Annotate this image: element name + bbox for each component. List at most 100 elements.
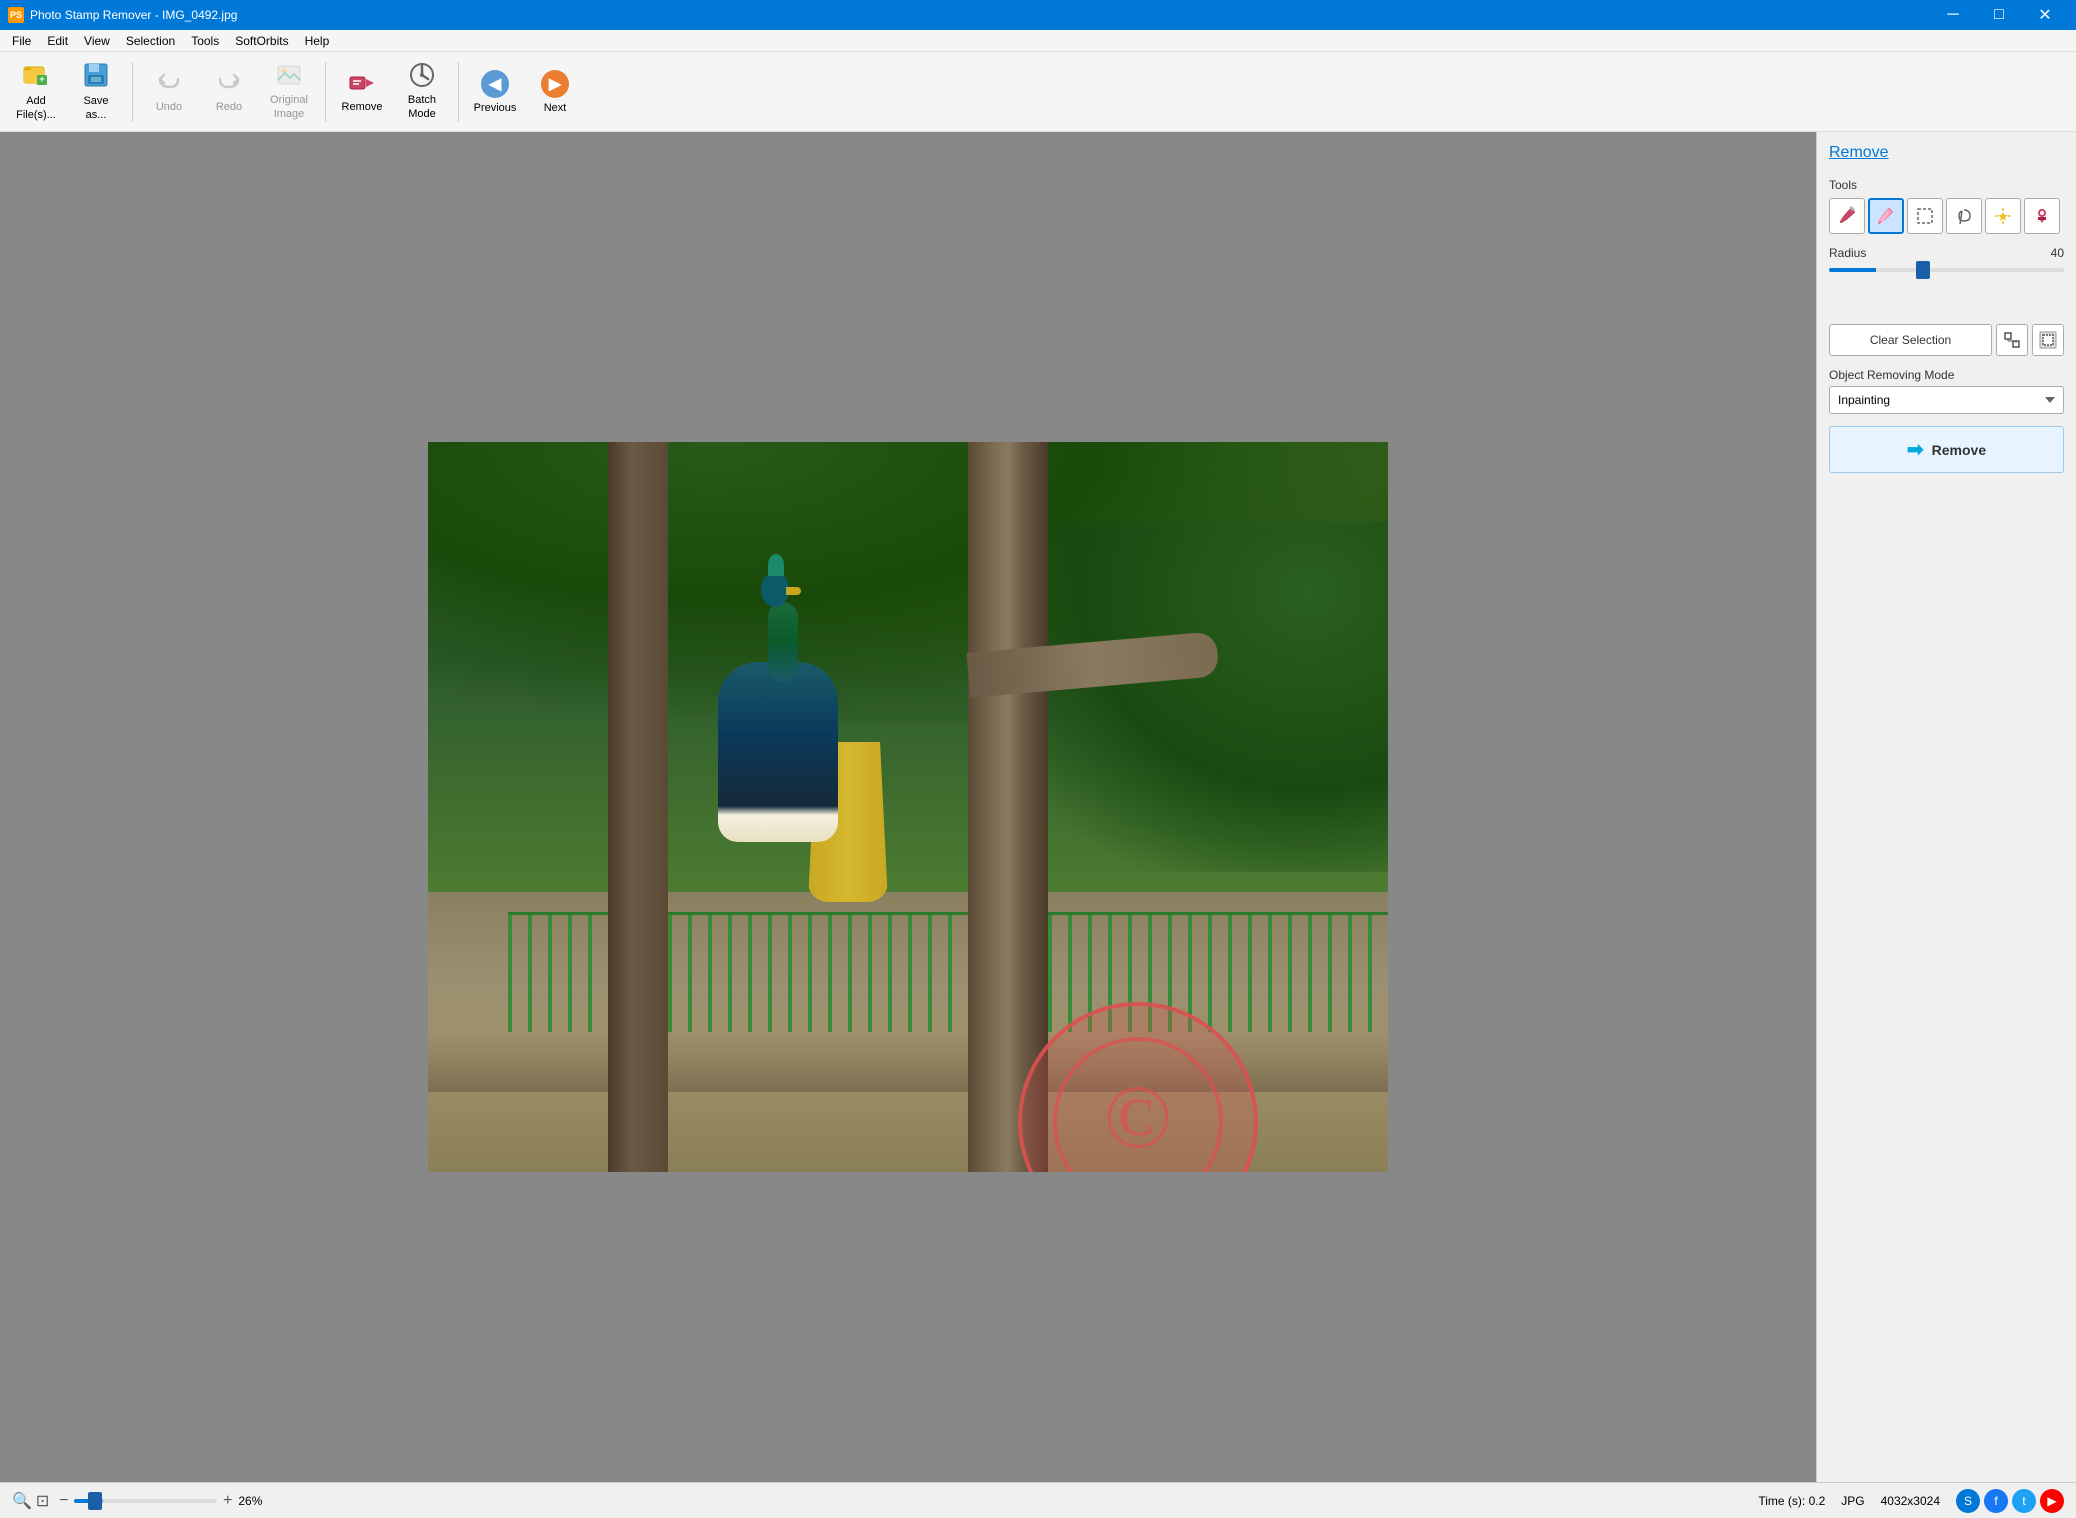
svg-text:+: + (39, 74, 44, 84)
next-label: Next (544, 102, 567, 114)
maximize-button[interactable]: □ (1976, 0, 2022, 30)
zoom-slider[interactable] (74, 1499, 217, 1503)
undo-button[interactable]: Undo (141, 57, 197, 127)
clear-selection-button[interactable]: Clear Selection (1829, 324, 1992, 356)
separator-3 (458, 62, 459, 122)
tools-section-label: Tools (1829, 178, 2064, 192)
next-button[interactable]: ▶ Next (527, 57, 583, 127)
peacock-beak (786, 587, 801, 595)
peacock-body (718, 662, 838, 842)
redo-icon (216, 69, 242, 99)
spacer (1829, 292, 2064, 312)
canvas-area[interactable]: © (0, 132, 1816, 1482)
batch-label: BatchMode (408, 94, 436, 120)
zoom-in-button[interactable]: + (221, 1492, 234, 1510)
clear-selection-row: Clear Selection (1829, 324, 2064, 356)
zoom-out-button[interactable]: − (57, 1492, 70, 1510)
radius-value: 40 (2040, 246, 2064, 260)
mode-section: Object Removing Mode Inpainting Content … (1829, 368, 2064, 414)
previous-icon: ◀ (481, 70, 509, 98)
remove-execute-label: Remove (1932, 442, 1986, 458)
add-files-label: AddFile(s)... (16, 95, 56, 121)
zoom-controls: − + 26% (57, 1492, 274, 1510)
main-content: © Remove Tools (0, 132, 2076, 1482)
title-bar-left: PS Photo Stamp Remover - IMG_0492.jpg (8, 7, 237, 23)
redo-label: Redo (216, 101, 242, 114)
foliage-right (988, 522, 1388, 872)
undo-label: Undo (156, 101, 182, 114)
mode-select[interactable]: Inpainting Content Aware Blur (1829, 386, 2064, 414)
minimize-button[interactable]: ─ (1930, 0, 1976, 30)
remove-arrow-icon: ➡ (1907, 437, 1924, 462)
add-files-icon: + (22, 61, 50, 93)
status-left: 🔍 ⊡ − + 26% (12, 1491, 274, 1511)
remove-button[interactable]: Remove (334, 57, 390, 127)
status-bar: 🔍 ⊡ − + 26% Time (s): 0.2 JPG 4032x3024 … (0, 1482, 2076, 1518)
status-right: Time (s): 0.2 JPG 4032x3024 S f t ▶ (1758, 1489, 2064, 1513)
radius-section: Radius 40 (1829, 246, 2064, 280)
social-icons: S f t ▶ (1956, 1489, 2064, 1513)
menu-softorbits[interactable]: SoftOrbits (227, 32, 296, 50)
invert-selection-button[interactable] (2032, 324, 2064, 356)
menu-selection[interactable]: Selection (118, 32, 183, 50)
previous-button[interactable]: ◀ Previous (467, 57, 523, 127)
title-bar: PS Photo Stamp Remover - IMG_0492.jpg ─ … (0, 0, 2076, 30)
add-files-button[interactable]: + AddFile(s)... (8, 57, 64, 127)
view-icons: 🔍 ⊡ (12, 1491, 49, 1511)
youtube-icon[interactable]: ▶ (2040, 1489, 2064, 1513)
mode-label: Object Removing Mode (1829, 368, 2064, 382)
remove-label: Remove (342, 101, 383, 114)
menu-file[interactable]: File (4, 32, 39, 50)
radius-slider[interactable] (1829, 268, 2064, 272)
menu-edit[interactable]: Edit (39, 32, 76, 50)
original-label: OriginalImage (270, 94, 308, 120)
peacock-crest (768, 554, 784, 576)
window-title: Photo Stamp Remover - IMG_0492.jpg (30, 8, 237, 22)
radius-slider-container (1829, 260, 2064, 280)
lasso-tool-button[interactable] (1946, 198, 1982, 234)
separator-1 (132, 62, 133, 122)
toolbar: + AddFile(s)... Saveas... Undo (0, 52, 2076, 132)
redo-button[interactable]: Redo (201, 57, 257, 127)
batch-icon (409, 62, 435, 92)
highlight-tool-button[interactable] (1868, 198, 1904, 234)
panel-title: Remove (1829, 144, 2064, 162)
separator-2 (325, 62, 326, 122)
next-icon: ▶ (541, 70, 569, 98)
brush-tool-button[interactable] (1829, 198, 1865, 234)
fit-selection-button[interactable] (1996, 324, 2028, 356)
zoom-value: 26% (238, 1494, 274, 1508)
tree-trunk-main (968, 442, 1048, 1172)
original-icon (276, 62, 302, 92)
ground-shadow (428, 1032, 1388, 1092)
original-image-button[interactable]: OriginalImage (261, 57, 317, 127)
peacock-neck (768, 602, 798, 682)
right-panel: Remove Tools (1816, 132, 2076, 1482)
peacock-head (761, 572, 789, 607)
close-button[interactable]: ✕ (2022, 0, 2068, 30)
menu-bar: File Edit View Selection Tools SoftOrbit… (0, 30, 2076, 52)
rect-select-button[interactable] (1907, 198, 1943, 234)
zoom-fit-icon[interactable]: 🔍 (12, 1491, 32, 1511)
dimensions-label: 4032x3024 (1881, 1494, 1940, 1508)
stamp-tool-button[interactable] (2024, 198, 2060, 234)
zoom-select-icon[interactable]: ⊡ (36, 1491, 49, 1511)
magic-wand-button[interactable] (1985, 198, 2021, 234)
facebook-icon[interactable]: f (1984, 1489, 2008, 1513)
softorbits-icon[interactable]: S (1956, 1489, 1980, 1513)
image-container: © (428, 442, 1388, 1172)
save-as-button[interactable]: Saveas... (68, 57, 124, 127)
previous-label: Previous (474, 102, 517, 114)
format-label: JPG (1841, 1494, 1864, 1508)
batch-mode-button[interactable]: BatchMode (394, 57, 450, 127)
remove-execute-button[interactable]: ➡ Remove (1829, 426, 2064, 473)
title-bar-controls: ─ □ ✕ (1930, 0, 2068, 30)
menu-tools[interactable]: Tools (183, 32, 227, 50)
remove-icon (349, 69, 375, 99)
menu-view[interactable]: View (76, 32, 118, 50)
app-icon: PS (8, 7, 24, 23)
twitter-icon[interactable]: t (2012, 1489, 2036, 1513)
tree-trunk-left (608, 442, 668, 1172)
main-image[interactable]: © (428, 442, 1388, 1172)
menu-help[interactable]: Help (297, 32, 338, 50)
